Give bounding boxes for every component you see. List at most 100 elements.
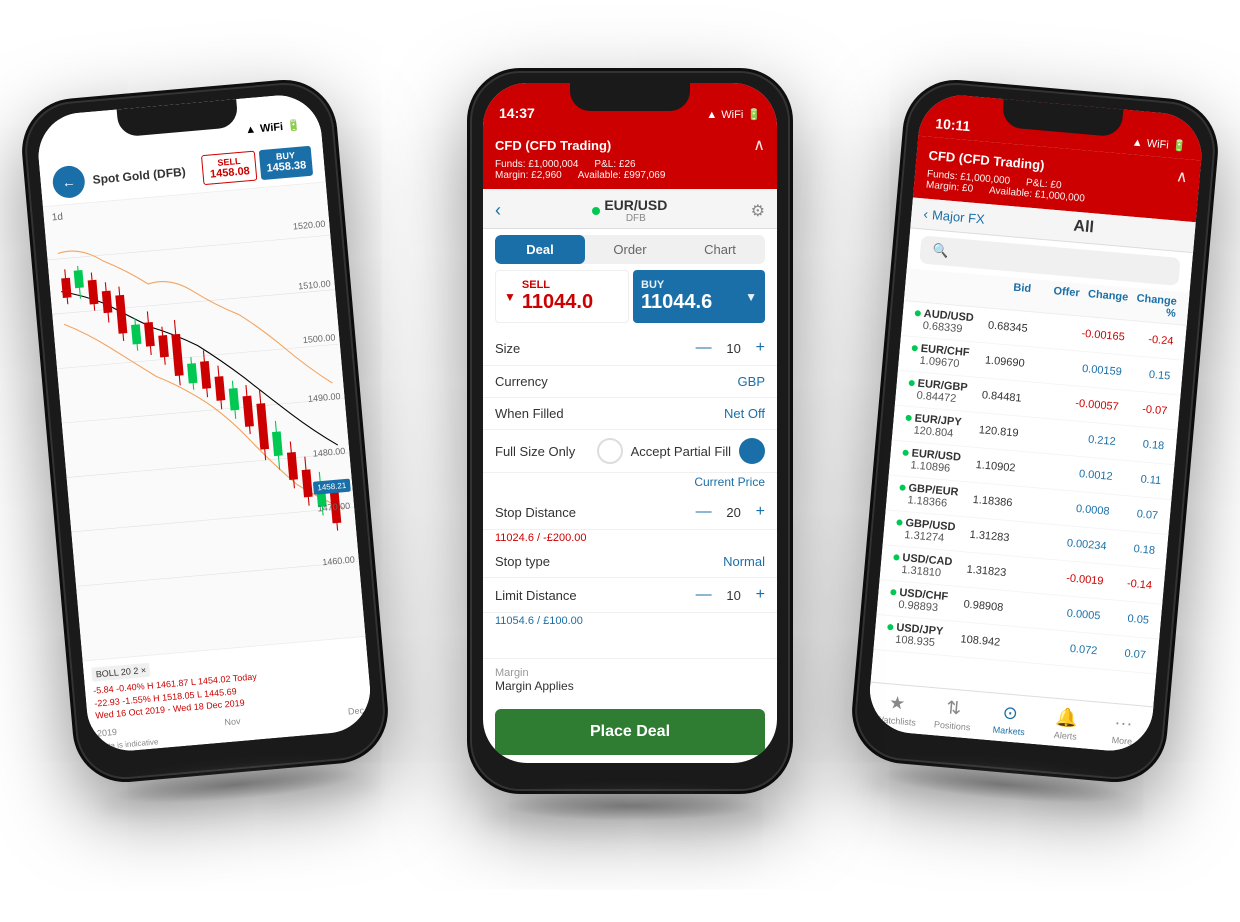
market-change-8: 0.0005 <box>1051 606 1101 622</box>
size-minus[interactable]: — <box>696 339 712 357</box>
nav-watchlists[interactable]: ★ Watchlists <box>867 687 927 733</box>
deal-header-top: CFD (CFD Trading) ∧ <box>495 135 765 155</box>
market-change-pct-4: 0.11 <box>1112 471 1162 487</box>
full-size-toggle[interactable] <box>597 438 623 464</box>
market-change-pct-5: 0.07 <box>1109 506 1159 522</box>
market-rows: AUD/USD 0.68339 0.68345 -0.00165 -0.24 E… <box>873 301 1186 674</box>
limit-distance-row: Limit Distance — 10 + <box>483 578 777 613</box>
status-icons-3: ▲ WiFi 🔋 <box>1131 135 1187 153</box>
stop-stepper[interactable]: — 20 + <box>696 503 765 521</box>
nav-markets[interactable]: ⊙ Markets <box>980 697 1040 743</box>
margin-applies: Margin Applies <box>495 679 765 693</box>
green-dot-4 <box>902 450 909 457</box>
instrument-name: EUR/USD <box>604 197 667 213</box>
sell-buy-prices: ▼ SELL 11044.0 BUY 11044.6 ▼ <box>495 270 765 323</box>
market-change-7: -0.0019 <box>1054 571 1104 587</box>
tab-order[interactable]: Order <box>585 235 675 264</box>
green-dot-0 <box>915 310 922 317</box>
green-dot-3 <box>905 415 912 422</box>
header-close-3[interactable]: ∧ <box>1175 166 1188 187</box>
nav-more[interactable]: ··· More <box>1093 706 1153 752</box>
market-instrument-5: GBP/EUR 1.18366 <box>898 481 965 511</box>
market-bid-7: 1.31823 <box>957 563 1007 579</box>
size-stepper[interactable]: — 10 + <box>696 339 765 357</box>
alerts-label: Alerts <box>1053 730 1077 742</box>
buy-price-block[interactable]: BUY 11044.6 ▼ <box>633 270 765 323</box>
market-instrument-2: EUR/GBP 0.84472 <box>907 377 974 407</box>
sell-price-chart: 1458.08 <box>210 165 251 180</box>
buy-price-chart: 1458.38 <box>266 159 307 174</box>
sell-buy-box: SELL 1458.08 BUY 1458.38 <box>201 146 313 185</box>
toggle-row: Full Size Only Accept Partial Fill <box>483 430 777 473</box>
market-change-pct-3: 0.18 <box>1115 436 1165 452</box>
header-close-2[interactable]: ∧ <box>753 135 765 155</box>
market-bid-4: 1.10902 <box>966 458 1016 474</box>
sell-price-block[interactable]: ▼ SELL 11044.0 <box>495 270 629 323</box>
notch-2 <box>570 83 690 111</box>
market-change-pct-6: 0.18 <box>1106 541 1156 557</box>
market-instrument-9: USD/JPY 108.935 <box>886 621 953 651</box>
accept-toggle[interactable] <box>739 438 765 464</box>
limit-plus[interactable]: + <box>756 586 765 604</box>
status-time-3: 10:11 <box>935 115 971 134</box>
buy-box[interactable]: BUY 1458.38 <box>259 146 313 180</box>
status-icons-1: ▲ WiFi 🔋 <box>245 119 302 137</box>
nav-positions[interactable]: ⇅ Positions <box>923 692 983 738</box>
market-offer-1 <box>1025 364 1074 368</box>
chart-back-button[interactable]: ← <box>51 165 86 200</box>
when-filled-row: When Filled Net Off <box>483 398 777 430</box>
settings-icon[interactable]: ⚙ <box>751 201 765 221</box>
nav-alerts[interactable]: 🔔 Alerts <box>1036 701 1096 747</box>
positions-label: Positions <box>934 719 971 732</box>
markets-nav-label: Markets <box>992 724 1025 737</box>
markets-back-label[interactable]: Major FX <box>932 207 986 227</box>
market-change-pct-9: 0.07 <box>1097 645 1147 661</box>
place-deal-button[interactable]: Place Deal <box>495 709 765 755</box>
market-offer-6 <box>1009 538 1058 542</box>
markets-back-icon[interactable]: ‹ <box>923 205 929 221</box>
margin-section-label: Margin <box>495 667 765 679</box>
currency-row: Currency GBP <box>483 366 777 398</box>
market-bid-6: 1.31283 <box>960 528 1010 544</box>
market-instrument-7: USD/CAD 1.31810 <box>892 551 959 581</box>
stop-type-value[interactable]: Normal <box>723 554 765 569</box>
market-offer-7 <box>1006 573 1055 577</box>
tab-deal[interactable]: Deal <box>495 235 585 264</box>
market-bid-5: 1.18386 <box>963 493 1013 509</box>
tab-chart[interactable]: Chart <box>675 235 765 264</box>
size-plus[interactable]: + <box>756 339 765 357</box>
sell-value-big: 11044.0 <box>522 291 593 313</box>
phone-reflection-3 <box>862 763 1143 827</box>
current-price-link[interactable]: Current Price <box>483 473 777 495</box>
currency-value[interactable]: GBP <box>738 374 765 389</box>
market-instrument-3: EUR/JPY 120.804 <box>904 412 971 442</box>
stop-value: 20 <box>724 505 744 520</box>
when-filled-value[interactable]: Net Off <box>724 406 765 421</box>
phone-reflection-1 <box>96 763 377 827</box>
stop-minus[interactable]: — <box>696 503 712 521</box>
market-change-pct-2: -0.07 <box>1118 401 1168 417</box>
instrument-indicator: EUR/USD DFB <box>509 197 751 224</box>
market-bid-0: 0.68345 <box>979 319 1029 335</box>
market-instrument-4: EUR/USD 1.10896 <box>901 447 968 477</box>
candlestick-chart: 1d 1520.00 1510.00 1500.00 1490.00 1480.… <box>43 183 366 661</box>
deal-back-button[interactable]: ‹ <box>495 200 501 221</box>
size-row: Size — 10 + <box>483 331 777 366</box>
green-dot-8 <box>890 589 897 596</box>
sell-box[interactable]: SELL 1458.08 <box>201 151 257 186</box>
market-bid-9: 108.942 <box>951 633 1001 649</box>
margin-section: Margin Margin Applies <box>483 658 777 701</box>
market-change-5: 0.0008 <box>1060 502 1110 518</box>
stop-type-label: Stop type <box>495 554 723 569</box>
limit-stepper[interactable]: — 10 + <box>696 586 765 604</box>
chart-screen: ▲ WiFi 🔋 ← Spot Gold (DFB) SELL 1458.08 <box>35 92 374 754</box>
markets-icon: ⊙ <box>1002 702 1019 724</box>
limit-minus[interactable]: — <box>696 586 712 604</box>
watchlists-label: Watchlists <box>875 714 916 728</box>
sell-arrow-icon: ▼ <box>504 290 516 304</box>
phones-container: ▲ WiFi 🔋 ← Spot Gold (DFB) SELL 1458.08 <box>20 11 1220 911</box>
stop-plus[interactable]: + <box>756 503 765 521</box>
boll-indicator: BOLL 20 2 × <box>91 663 150 682</box>
stop-type-row: Stop type Normal <box>483 546 777 578</box>
more-label: More <box>1111 735 1132 747</box>
